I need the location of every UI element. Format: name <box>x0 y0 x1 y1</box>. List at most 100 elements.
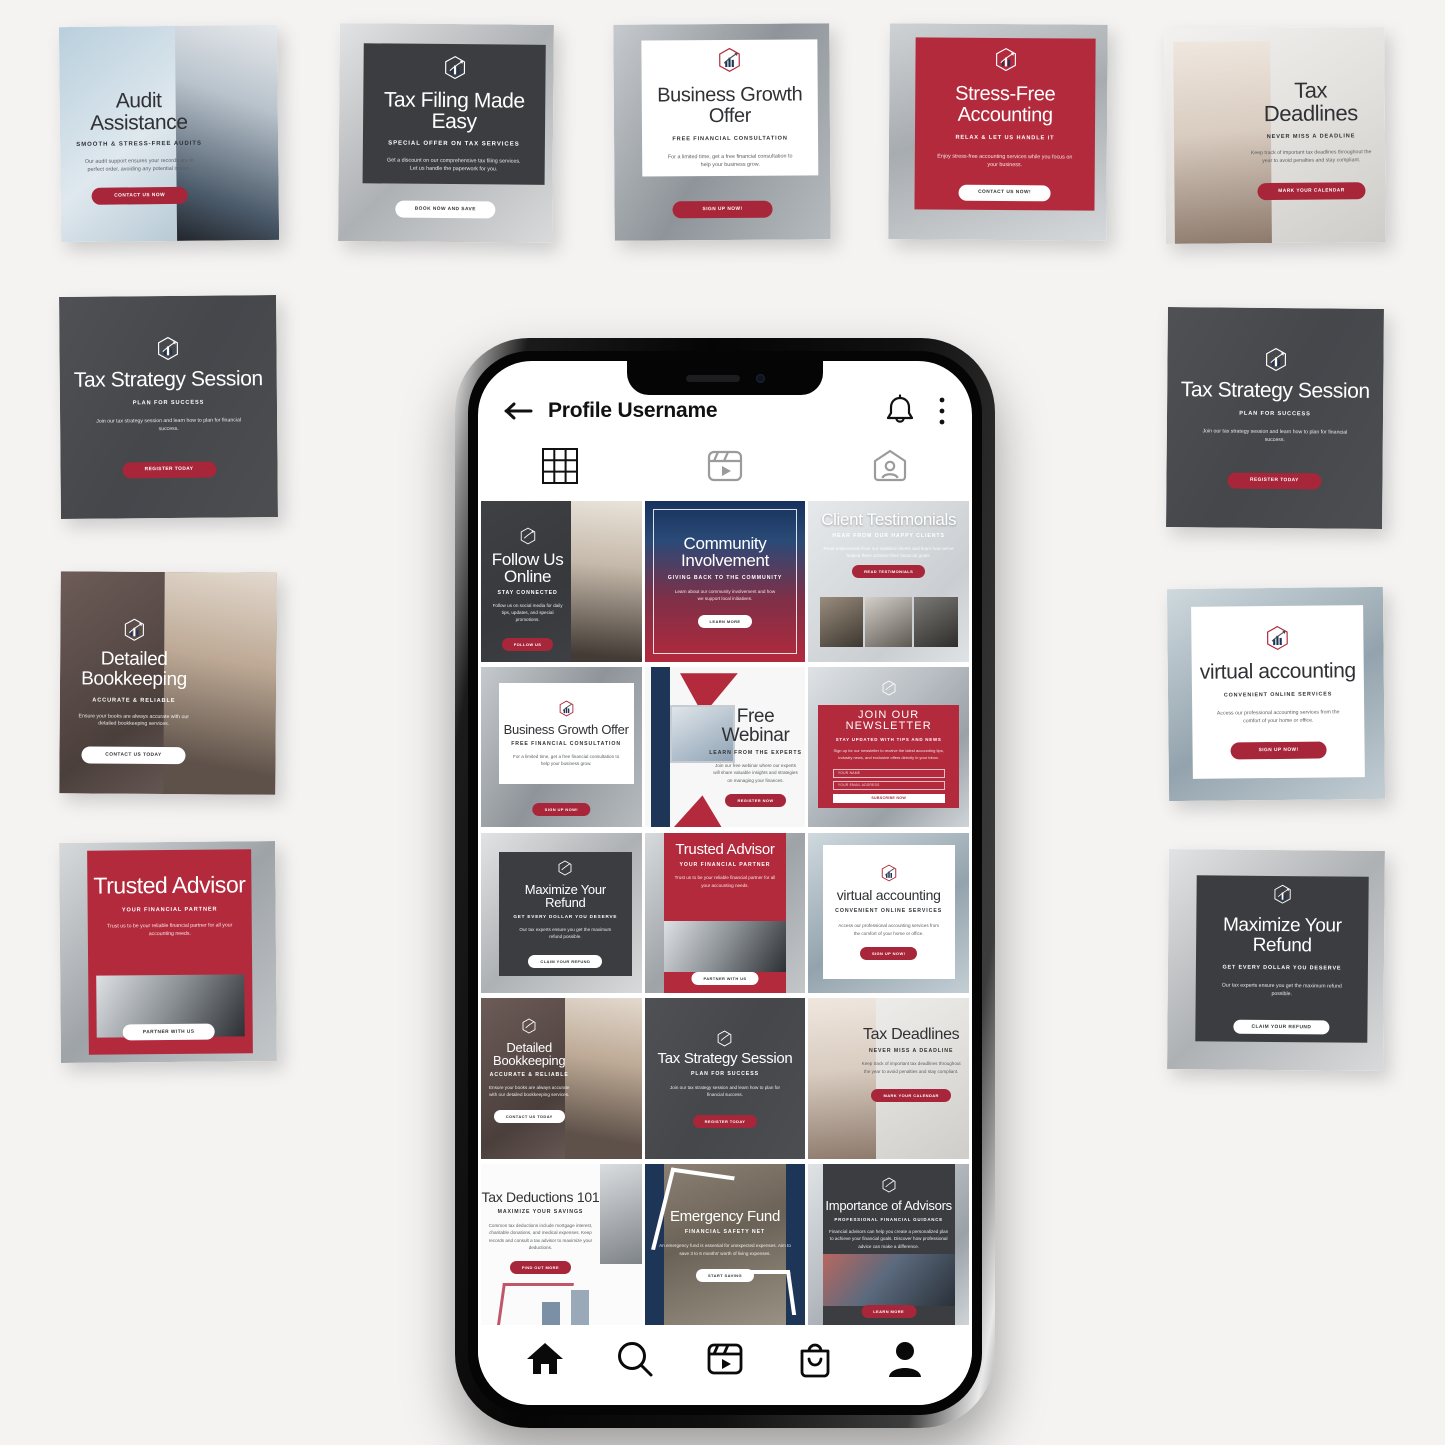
post-tax-deductions-101[interactable]: Tax Deductions 101 Maximize Your Savings… <box>481 1164 642 1325</box>
post-body: Our tax experts ensure you get the maxim… <box>519 926 612 940</box>
card-subtitle: Special Offer on Tax Services <box>388 140 520 148</box>
post-cta-button[interactable]: Subscribe Now <box>832 793 945 804</box>
nav-home-button[interactable] <box>522 1338 568 1384</box>
post-cta-button[interactable]: Start Saving <box>695 1268 754 1282</box>
accounting-logo-icon <box>558 860 572 876</box>
post-cta-button[interactable]: Contact Us Today <box>493 1110 565 1124</box>
card-body: For a limited time, get a free financial… <box>667 153 793 168</box>
post-body: Financial advisors can help you create a… <box>829 1229 949 1249</box>
bottom-navigation-bar <box>478 1327 972 1405</box>
post-cta-button[interactable]: Learn More <box>861 1305 917 1319</box>
mockup-audit-assistance[interactable]: Audit Assistance Smooth & Stress-Free Au… <box>58 24 280 243</box>
accounting-logo-icon <box>719 47 740 73</box>
post-body: Keep track of important tax deadlines th… <box>861 1061 961 1074</box>
post-subtitle: Hear From Our Happy Clients <box>832 532 945 539</box>
post-cta-button[interactable]: Claim Your Refund <box>528 954 603 968</box>
testimonial-photo-collage <box>819 597 958 648</box>
post-body: Common tax deductions include mortgage i… <box>488 1222 593 1250</box>
post-title: Tax Deadlines <box>863 1026 960 1044</box>
three-dot-menu-icon[interactable] <box>938 396 946 426</box>
photo-woman <box>570 501 642 662</box>
post-importance-of-advisors[interactable]: Importance of Advisors Professional Fina… <box>808 1164 969 1325</box>
card-subtitle: Free Financial Consultation <box>672 135 788 143</box>
newsletter-email-input[interactable]: Your Email Address <box>832 780 945 790</box>
post-title: Follow Us Online <box>491 549 564 586</box>
mockup-virtual-accounting[interactable]: virtual accounting Convenient Online Ser… <box>1166 586 1386 802</box>
card-cta-button[interactable]: Claim Your Refund <box>1233 1020 1330 1035</box>
post-cta-button[interactable]: Find Out More <box>509 1261 572 1275</box>
mockup-tax-filing-made-easy[interactable]: Tax Filing Made Easy Special Offer on Ta… <box>338 23 554 243</box>
post-cta-button[interactable]: Read Testimonials <box>852 565 926 579</box>
post-subtitle: Your Financial Partner <box>679 862 771 869</box>
post-body: Follow us on social media for daily tips… <box>492 602 563 623</box>
post-tax-strategy-session[interactable]: Tax Strategy Session Plan For Success Jo… <box>644 998 806 1160</box>
post-cta-button[interactable]: Register Today <box>692 1114 758 1128</box>
nav-reels-button[interactable] <box>702 1338 748 1384</box>
post-subtitle: Professional Financial Guidance <box>834 1217 943 1223</box>
card-cta-button[interactable]: Contact Us Today <box>81 746 186 765</box>
mockup-tax-strategy-session-right[interactable]: Tax Strategy Session Plan For Success Jo… <box>1166 307 1384 529</box>
card-cta-button[interactable]: Mark Your Calendar <box>1257 182 1366 201</box>
post-emergency-fund[interactable]: Emergency Fund Financial Safety Net An e… <box>644 1164 806 1325</box>
post-trusted-advisor[interactable]: Trusted Advisor Your Financial Partner T… <box>644 832 806 994</box>
accounting-logo-icon <box>444 55 465 79</box>
mockup-maximize-your-refund[interactable]: Maximize Your Refund Get Every Dollar Yo… <box>1167 849 1385 1071</box>
nav-search-button[interactable] <box>612 1338 658 1384</box>
card-subtitle: Smooth & Stress-Free Audits <box>76 140 202 148</box>
back-arrow-icon[interactable] <box>504 400 534 422</box>
post-community-involvement[interactable]: Community Involvement Giving Back to the… <box>644 501 806 662</box>
post-cta-button[interactable]: Follow Us <box>501 637 554 651</box>
card-cta-button[interactable]: Book Now and Save <box>395 200 496 219</box>
reels-icon <box>705 1339 745 1384</box>
mockup-business-growth-offer[interactable]: Business Growth Offer Free Financial Con… <box>613 23 831 241</box>
post-free-webinar[interactable]: Free Webinar Learn From the Experts Join… <box>644 666 806 828</box>
nav-shop-button[interactable] <box>792 1338 838 1384</box>
post-virtual-accounting[interactable]: virtual accounting Convenient Online Ser… <box>808 832 969 994</box>
mockup-tax-strategy-session-left[interactable]: Tax Strategy Session Plan For Success Jo… <box>59 295 278 519</box>
tab-grid[interactable] <box>478 447 643 490</box>
card-cta-button[interactable]: Contact Us Now! <box>958 184 1051 202</box>
mockup-tax-deadlines[interactable]: Tax Deadlines Never Miss a Deadline Keep… <box>1164 27 1386 244</box>
post-business-growth-offer[interactable]: Business Growth Offer Free Financial Con… <box>481 666 642 828</box>
card-title: Tax Strategy Session <box>1180 378 1370 404</box>
accounting-logo-icon <box>881 864 896 882</box>
post-subtitle: Stay Updated With Tips and News <box>835 737 942 743</box>
post-title: Free Webinar <box>721 705 790 746</box>
post-tax-deadlines[interactable]: Tax Deadlines Never Miss a Deadline Keep… <box>808 998 969 1160</box>
post-cta-button[interactable]: Sign Up Now! <box>532 803 591 817</box>
card-cta-button[interactable]: Sign Up Now! <box>672 200 773 219</box>
mockup-detailed-bookkeeping[interactable]: Detailed Bookkeeping Accurate & Reliable… <box>59 571 277 795</box>
newsletter-name-input[interactable]: Your Name <box>832 769 945 778</box>
mockup-stress-free-accounting[interactable]: Stress-Free Accounting Relax & Let Us Ha… <box>888 23 1108 241</box>
nav-profile-button[interactable] <box>882 1338 928 1384</box>
earpiece-speaker <box>685 374 740 382</box>
accounting-logo-icon <box>1274 884 1291 904</box>
tab-tagged[interactable] <box>807 447 972 490</box>
accounting-logo-icon <box>157 337 178 361</box>
post-client-testimonials[interactable]: Client Testimonials Hear From Our Happy … <box>808 501 969 662</box>
post-maximize-your-refund[interactable]: Maximize Your Refund Get Every Dollar Yo… <box>481 832 642 994</box>
card-body: Join our tax strategy session and learn … <box>96 417 242 432</box>
mockup-trusted-advisor[interactable]: Trusted Advisor Your Financial Partner T… <box>59 841 277 1063</box>
card-cta-button[interactable]: Contact Us Now <box>91 186 188 205</box>
post-join-our-newsletter[interactable]: Join Our Newsletter Stay Updated With Ti… <box>808 666 969 828</box>
card-cta-button[interactable]: Register Today <box>121 461 217 479</box>
post-cta-button[interactable]: Learn More <box>697 614 753 628</box>
bell-icon[interactable] <box>884 394 916 428</box>
post-cta-button[interactable]: Partner With Us <box>691 972 759 986</box>
card-body: Get a discount on our comprehensive tax … <box>386 157 521 173</box>
post-cta-button[interactable]: Mark Your Calendar <box>871 1088 951 1102</box>
card-cta-button[interactable]: Sign Up Now! <box>1230 741 1327 760</box>
post-title: Business Growth Offer <box>503 721 629 737</box>
post-follow-us-online[interactable]: Follow Us Online Stay Connected Follow u… <box>481 501 642 662</box>
card-title: Tax Deadlines <box>1263 77 1358 126</box>
tab-reels[interactable] <box>643 447 808 490</box>
post-cta-button[interactable]: Register Now <box>725 793 786 807</box>
card-cta-button[interactable]: Register Today <box>1227 472 1322 490</box>
chart-bar-decoration <box>542 1302 560 1325</box>
post-detailed-bookkeeping[interactable]: Detailed Bookkeeping Accurate & Reliable… <box>481 998 642 1160</box>
post-cta-button[interactable]: Sign Up Now! <box>859 946 918 960</box>
post-subtitle: Plan For Success <box>690 1070 759 1077</box>
card-cta-button[interactable]: Partner With Us <box>122 1023 215 1041</box>
card-body: Ensure your books are always accurate wi… <box>78 712 190 728</box>
